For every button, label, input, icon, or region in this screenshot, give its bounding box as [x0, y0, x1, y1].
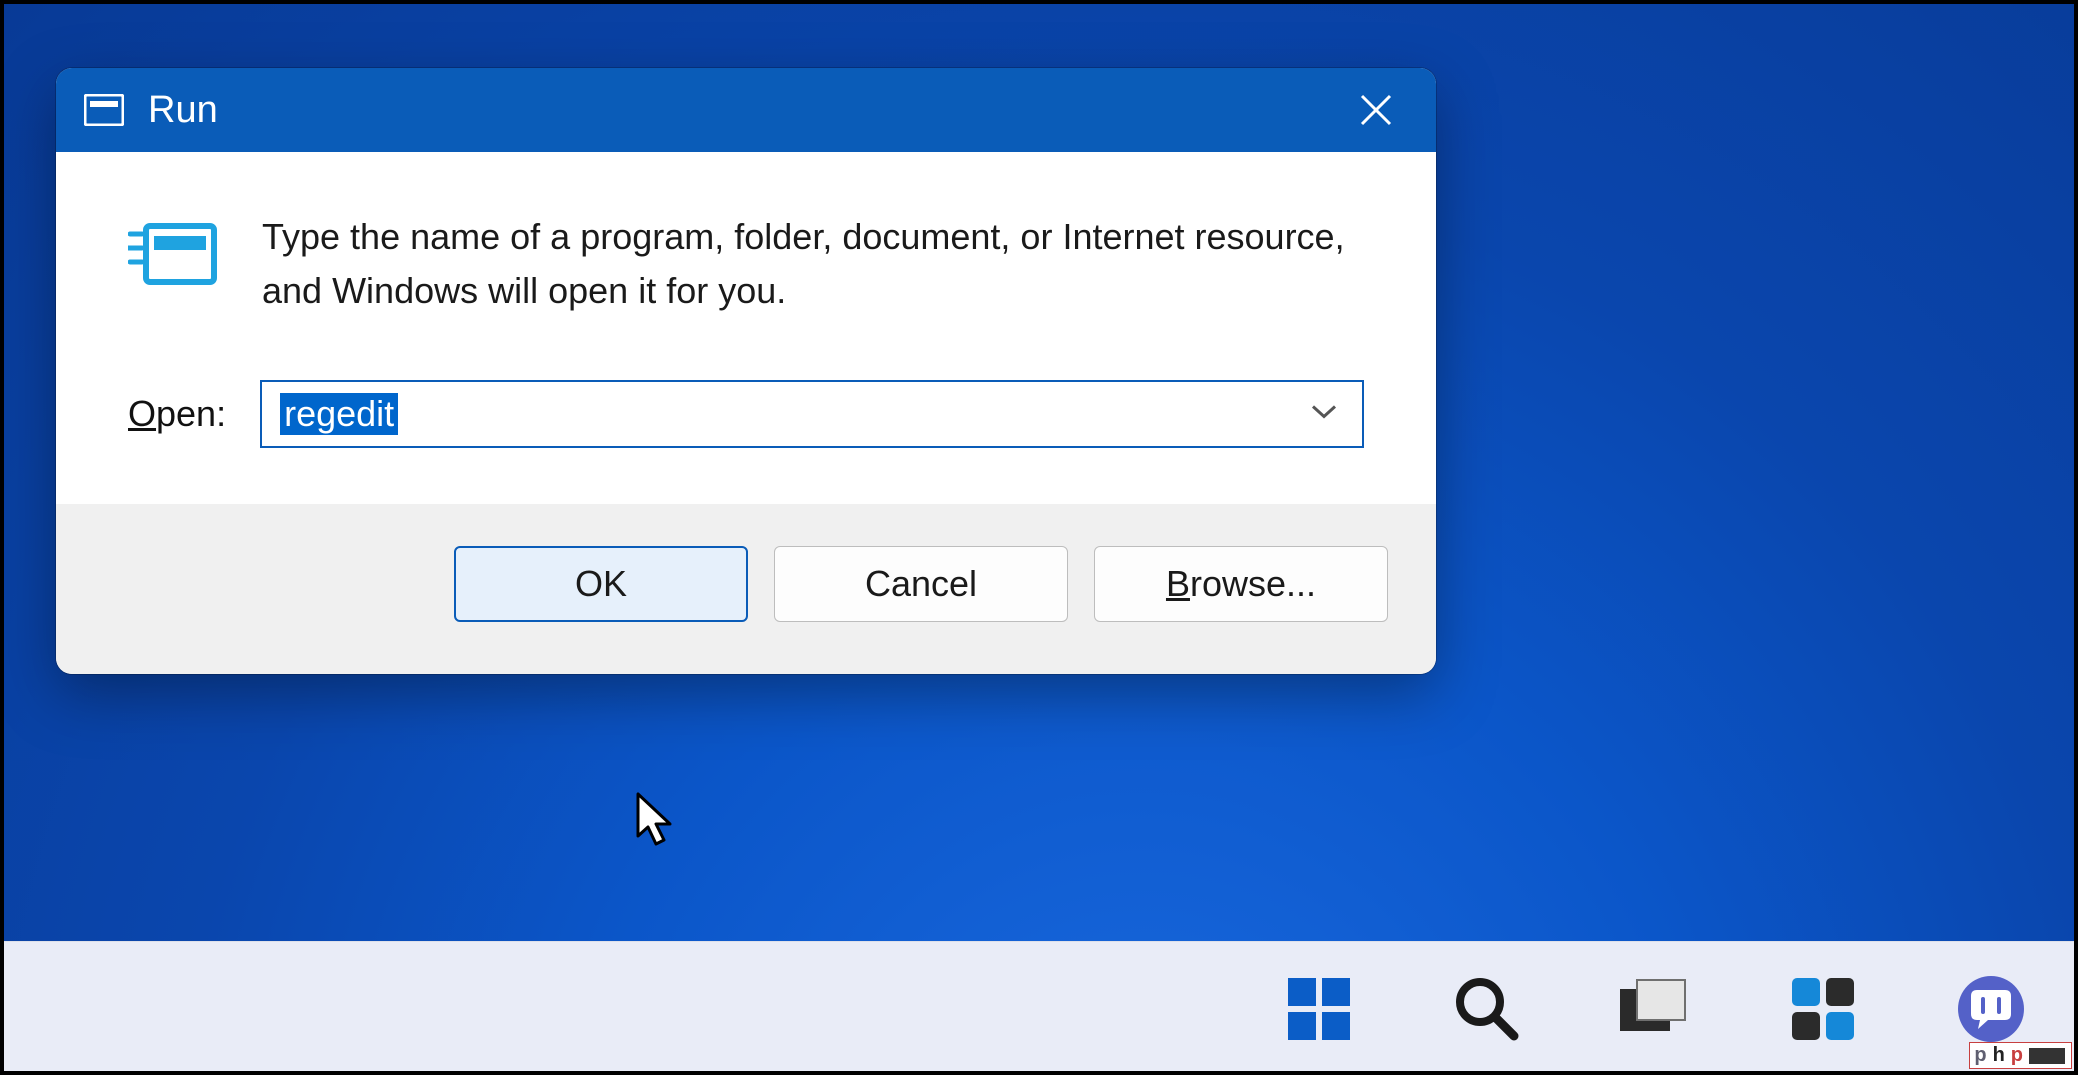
run-icon: [82, 92, 126, 128]
search-button[interactable]: [1448, 970, 1526, 1048]
watermark: php: [1969, 1042, 2072, 1069]
chat-button[interactable]: [1952, 970, 2030, 1048]
cancel-button[interactable]: Cancel: [774, 546, 1068, 622]
browse-button[interactable]: Browse...: [1094, 546, 1388, 622]
task-view-icon: [1618, 977, 1692, 1041]
taskbar: [0, 941, 2078, 1075]
open-label: Open:: [128, 393, 226, 435]
run-dialog: Run Type the name of a program, fo: [56, 68, 1436, 674]
dialog-description: Type the name of a program, folder, docu…: [262, 210, 1364, 318]
open-combobox[interactable]: regedit: [260, 380, 1364, 448]
close-button[interactable]: [1342, 78, 1410, 142]
widgets-button[interactable]: [1784, 970, 1862, 1048]
dialog-body: Type the name of a program, folder, docu…: [56, 152, 1436, 504]
search-icon: [1452, 974, 1522, 1044]
titlebar[interactable]: Run: [56, 68, 1436, 152]
chat-icon: [1954, 972, 2028, 1046]
windows-logo-icon: [1286, 976, 1352, 1042]
mouse-cursor-icon: [634, 792, 682, 852]
button-bar: OK Cancel Browse...: [56, 504, 1436, 674]
chevron-down-icon[interactable]: [1310, 403, 1338, 426]
description-row: Type the name of a program, folder, docu…: [128, 210, 1364, 318]
desktop: Run Type the name of a program, fo: [0, 0, 2078, 1075]
task-view-button[interactable]: [1616, 970, 1694, 1048]
dialog-title: Run: [148, 89, 218, 132]
ok-button-label: OK: [575, 563, 627, 605]
open-row: Open: regedit: [128, 380, 1364, 448]
run-large-icon: [128, 210, 220, 301]
cancel-button-label: Cancel: [865, 563, 977, 605]
start-button[interactable]: [1280, 970, 1358, 1048]
browse-button-label: Browse...: [1166, 563, 1316, 605]
widgets-icon: [1788, 974, 1858, 1044]
ok-button[interactable]: OK: [454, 546, 748, 622]
open-input[interactable]: regedit: [280, 393, 398, 435]
close-icon: [1359, 93, 1393, 127]
